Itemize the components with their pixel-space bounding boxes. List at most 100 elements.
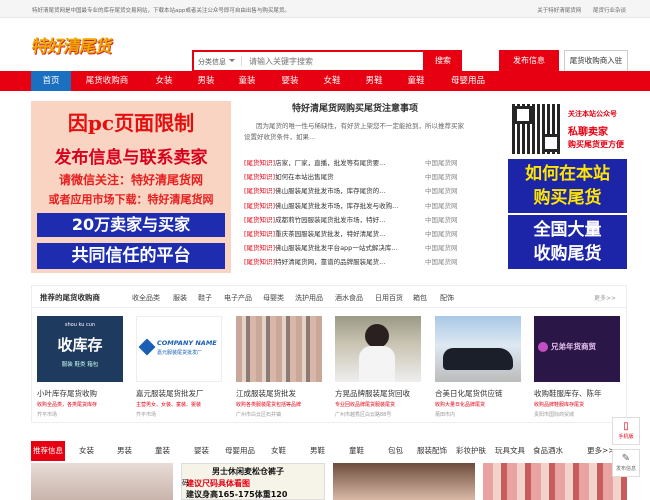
list-item-source: 中国尾货网 [425,258,458,267]
tab-baby[interactable]: 婴装 [194,441,209,461]
list-item[interactable]: [尾货知识]佛山服装尾货批发平台app一站式解决库... 中国尾货网 [244,242,466,256]
nav-women-shoes[interactable]: 女鞋 [314,71,350,91]
listing-image[interactable] [483,463,627,500]
tab-women[interactable]: 女装 [79,441,94,461]
listing-row: 男士休闲麦松仓裤子 建议尺码具体看图 建议身高165-175体重120 码 [31,463,627,500]
tab-recommended[interactable]: 推荐信息 [31,441,65,461]
main-banner[interactable]: 因pc页面限制 发布信息与联系卖家 请微信关注：特好清尾货网 或者应用市场下载：… [31,101,231,273]
list-item-tag: [尾货知识] [244,244,276,253]
qr-ad-line-3: 购买尾货更方便 [568,140,624,149]
listing-image[interactable] [31,463,173,500]
buyer-category[interactable]: 收全品类 [132,293,160,303]
buyer-card-desc: 主营男女、女装、童装、婴装 [136,402,202,408]
tab-accessories[interactable]: 服装配饰 [417,441,447,461]
how-to-buy-ad[interactable]: 如何在本站 购买尾货 [508,159,627,213]
list-item[interactable]: [尾货知识]如何在本站出售尾货 中国尾货网 [244,171,466,185]
publish-button[interactable]: 发布信息 [499,50,559,72]
buyer-category[interactable]: 母婴类 [263,293,284,303]
list-item-text[interactable]: 成都莉竹园服装尾货批发市场，特好... [275,216,385,224]
list-item-text[interactable]: 佛山服装尾货批发市场，库存批发与收购... [275,202,398,210]
buyer-category[interactable]: 鞋子 [198,293,212,303]
tab-kids-shoes[interactable]: 童鞋 [349,441,364,461]
tab-cosmetics[interactable]: 彩妆护肤 [456,441,486,461]
list-item[interactable]: [尾货知识]店家，厂家，直播，批发等有尾货要... 中国尾货网 [244,157,466,171]
notice-title[interactable]: 特好清尾货网购买尾货注意事项 [244,101,466,117]
tab-bags[interactable]: 包包 [388,441,403,461]
buyer-card[interactable]: 合美日化尾货供应链 收购大量日化品牌尾货 莆田市内 [435,316,521,418]
buyer-category[interactable]: 配饰 [440,293,454,303]
nav-baby[interactable]: 婴装 [272,71,308,91]
listing-size-label: 码 [182,479,189,487]
buyer-category[interactable]: 洗护用品 [295,293,323,303]
list-item[interactable]: [尾货知识]成都莉竹园服装尾货批发市场，特好... 中国尾货网 [244,214,466,228]
buyer-card[interactable]: shou ku cun 收库存 服装 鞋类 箱包 小叶库存尾货收购 收购全品类，… [37,316,123,418]
side-publish-button[interactable]: ✎ 发布信息 [612,449,640,477]
list-item[interactable]: [尾货知识]佛山服装尾货批发市场，库存尾货的... 中国尾货网 [244,185,466,199]
tab-maternity[interactable]: 母婴用品 [225,441,255,461]
nav-men[interactable]: 男装 [188,71,224,91]
mobile-version-button[interactable]: ▯ 手机版 [612,417,640,445]
car-photo-icon [443,348,513,370]
buyer-card[interactable]: 江成服装尾货批发 收购各类服装尾货包括等品牌 广州市白云区石井镇 [236,316,322,418]
card-image-top-text: COMPANY NAME [157,339,217,347]
nav-kids-shoes[interactable]: 童鞋 [398,71,434,91]
buyer-card-desc: 专业回收品牌尾货服装尾货 [335,402,396,408]
buyer-category[interactable]: 酒水食品 [335,293,363,303]
buyer-card-name: 收购鞋服库存、陈年 [534,389,602,398]
search-input[interactable] [249,54,369,68]
tab-men-shoes[interactable]: 男鞋 [310,441,325,461]
recommended-buyers: 推荐的尾货收购商 收全品类 服装 鞋子 电子产品 母婴类 洗护用品 酒水食品 日… [31,285,627,423]
list-item-text[interactable]: 如何在本站出售尾货 [275,173,334,181]
list-item-text[interactable]: 特好清尾货网，靠谱的品牌服装尾货... [275,258,385,266]
tab-food[interactable]: 食品酒水 [533,441,563,461]
notice-body: 因为尾货的唯一性与稀缺性，有好货上架您不一定能抢到，所以推荐买家设置好收货条件，… [244,122,464,141]
buyer-card[interactable]: 方晃品牌服装尾货回收 专业回收品牌尾货服装尾货 广州市越秀区白云路88号 [335,316,421,418]
nationwide-buy-ad[interactable]: 全国大量 收购尾货 [508,215,627,269]
buyer-card-name: 江成服装尾货批发 [236,389,296,398]
list-item-text[interactable]: 佛山服装尾货批发平台app一站式解决库... [275,244,397,252]
list-item[interactable]: [尾货知识]重庆茶园服装尾货批发，特好清尾货... 中国尾货网 [244,228,466,242]
list-item[interactable]: [尾货知识]特好清尾货网，靠谱的品牌服装尾货... 中国尾货网 [244,256,466,270]
listing-image[interactable] [333,463,475,500]
buyer-card-image [335,316,421,382]
edit-icon: ✎ [621,453,631,464]
search-category-select[interactable]: 分类信息 [198,57,235,67]
list-item-text[interactable]: 佛山服装尾货批发市场，库存尾货的... [275,187,385,195]
search-button[interactable]: 搜索 [424,50,462,72]
list-item-source: 中国尾货网 [425,229,458,238]
buyers-more-link[interactable]: 更多>> [594,293,616,302]
qr-ad[interactable]: 关注本站公众号 私聊卖家 购买尾货更方便 [508,101,627,157]
buyer-category[interactable]: 箱包 [413,293,427,303]
buyer-category[interactable]: 电子产品 [224,293,252,303]
buyer-join-button[interactable]: 尾货收购商入驻 [564,50,628,72]
list-item-text[interactable]: 店家，厂家，直播，批发等有尾货要... [275,159,385,167]
nav-maternity[interactable]: 母婴用品 [440,71,496,91]
list-item-tag: [尾货知识] [244,173,276,182]
buyer-category[interactable]: 服装 [173,293,187,303]
list-item-source: 中国尾货网 [425,187,458,196]
tab-toys[interactable]: 玩具文具 [495,441,525,461]
industry-link[interactable]: 尾货行业杂谈 [593,8,626,14]
buyer-category[interactable]: 日用百货 [375,293,403,303]
buyer-card-desc: 收购全品类，各类尾货库存 [37,402,98,408]
buyer-card-name: 方晃品牌服装尾货回收 [335,389,410,398]
nav-kids[interactable]: 童装 [229,71,265,91]
nav-men-shoes[interactable]: 男鞋 [356,71,392,91]
company-logo-icon [138,338,156,356]
nav-women[interactable]: 女装 [146,71,182,91]
side-publish-label: 发布信息 [615,466,636,472]
tab-kids[interactable]: 童装 [155,441,170,461]
site-logo[interactable]: 特好清尾货 [30,32,114,57]
nav-buyers[interactable]: 尾货收购商 [79,71,135,91]
buyer-card[interactable]: COMPANY NAME 嘉元服装尾货批发厂 嘉元服装尾货批发厂 主营男女、女装… [136,316,222,418]
buyer-card[interactable]: 兄弟年货商贸 收购鞋服库存、陈年 收购品牌鞋服库存尾货 贵阳市国际商贸城 [534,316,620,418]
list-item[interactable]: [尾货知识]佛山服装尾货批发市场，库存批发与收购... 中国尾货网 [244,200,466,214]
phone-icon: ▯ [623,421,629,432]
listing-image[interactable]: 男士休闲麦松仓裤子 建议尺码具体看图 建议身高165-175体重120 码 [181,463,325,500]
list-item-text[interactable]: 重庆茶园服装尾货批发，特好清尾货... [275,230,385,238]
about-link[interactable]: 关于特好清尾货网 [537,8,581,14]
tab-women-shoes[interactable]: 女鞋 [271,441,286,461]
tab-more[interactable]: 更多>> [587,441,615,461]
tab-men[interactable]: 男装 [117,441,132,461]
nav-home[interactable]: 首页 [31,71,71,91]
